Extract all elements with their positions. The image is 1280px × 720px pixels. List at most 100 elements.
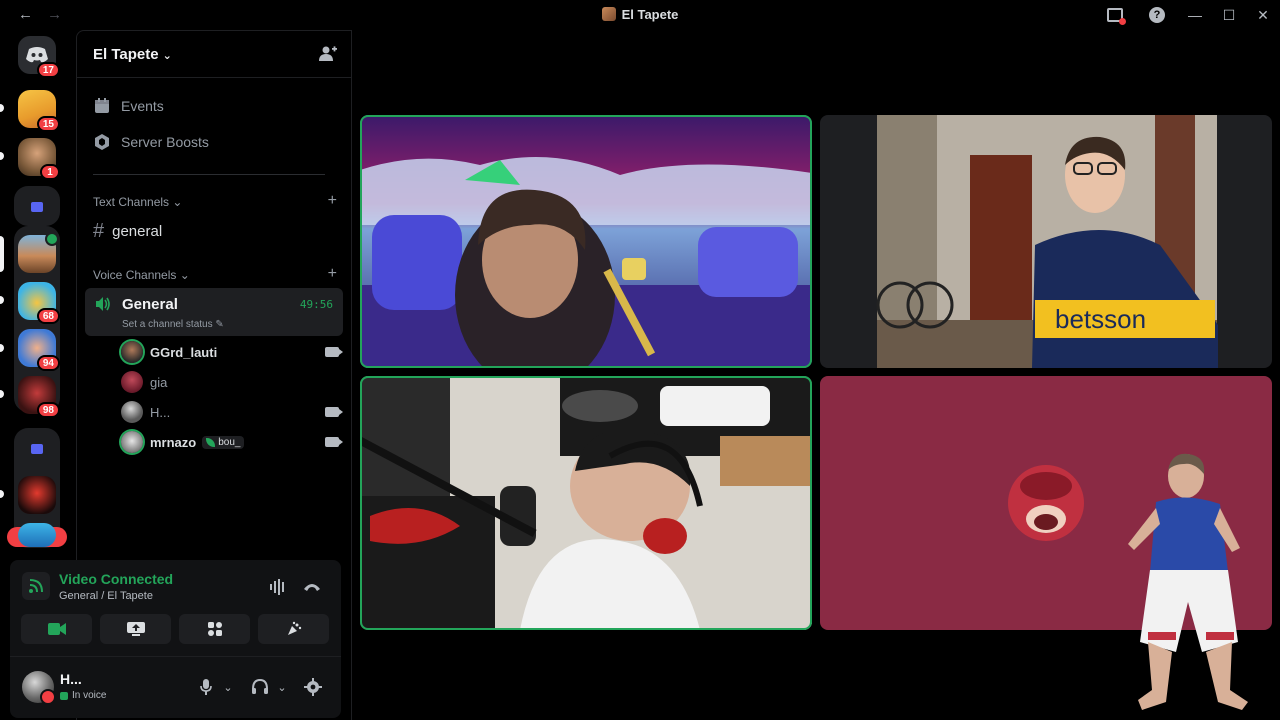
inbox-icon[interactable]: [1107, 7, 1126, 25]
voice-member[interactable]: gia: [121, 369, 343, 395]
camera-icon: [325, 437, 343, 447]
dancing-sticker: [1128, 453, 1248, 710]
text-category-label: Text Channels: [93, 195, 170, 209]
voice-member[interactable]: H...: [121, 399, 343, 425]
user-panel: H... In voice ⌄ ⌄: [10, 656, 341, 718]
server-name: El Tapete ⌄: [93, 46, 172, 63]
voice-timer: 49:56: [299, 298, 333, 311]
folder-icon: [31, 444, 43, 454]
audio-options-chevron-icon[interactable]: ⌄: [272, 677, 292, 697]
video-feed: betsson: [820, 115, 1272, 368]
server-badge: 68: [36, 308, 60, 324]
jersey-print: betsson: [1055, 304, 1146, 334]
headphones-icon[interactable]: [250, 677, 270, 697]
text-channels-category[interactable]: Text Channels ⌄ +: [93, 193, 337, 210]
calendar-icon: [93, 97, 111, 115]
server-badge: 94: [36, 355, 60, 371]
member-name: GGrd_lauti: [150, 344, 218, 360]
member-name: mrnazo: [150, 434, 197, 450]
connection-location[interactable]: General / El Tapete: [59, 590, 153, 602]
server-boosts-item[interactable]: Server Boosts: [93, 133, 209, 151]
add-voice-channel-icon[interactable]: +: [328, 266, 337, 282]
voice-channel-general[interactable]: General 49:56 Set a channel status ✎: [85, 288, 343, 336]
events-label: Events: [121, 98, 164, 114]
rocket-activities-icon: [207, 622, 222, 636]
unread-pill: [0, 490, 4, 498]
pencil-icon: ✎: [215, 319, 224, 330]
add-text-channel-icon[interactable]: +: [328, 193, 337, 209]
server-icon-6[interactable]: 98: [18, 376, 60, 418]
signal-icon[interactable]: [22, 572, 50, 600]
avatar: [121, 401, 143, 423]
chevron-down-icon: ⌄: [179, 268, 190, 282]
voice-status-icon: [60, 691, 68, 700]
server-icon-8[interactable]: [18, 523, 56, 547]
share-screen-button[interactable]: [100, 614, 171, 644]
title-bar: ← → El Tapete ? — ☐ ✕: [0, 0, 1280, 30]
video-camera-icon: [47, 623, 66, 635]
window-title: El Tapete: [0, 7, 1280, 22]
server-badge: 1: [40, 164, 60, 180]
video-tile-member-2[interactable]: betsson: [820, 115, 1272, 368]
boost-gem-icon: [93, 133, 111, 151]
activities-button[interactable]: [179, 614, 250, 644]
video-tile-mrnazo[interactable]: [360, 376, 812, 630]
server-badge: 15: [36, 116, 60, 132]
video-feed: [360, 376, 812, 630]
invite-people-icon[interactable]: [319, 45, 337, 63]
microphone-icon[interactable]: [196, 677, 216, 697]
user-avatar[interactable]: [22, 671, 56, 705]
help-icon[interactable]: ?: [1149, 7, 1165, 23]
divider: [93, 174, 325, 175]
chevron-down-icon: ⌄: [172, 195, 183, 209]
server-icon-1[interactable]: 15: [18, 90, 60, 132]
voice-active-icon: [45, 232, 59, 246]
user-name[interactable]: H...: [60, 671, 82, 687]
server-icon-4[interactable]: 68: [18, 282, 60, 324]
voice-channels-category[interactable]: Voice Channels ⌄ +: [93, 266, 337, 283]
server-header[interactable]: El Tapete ⌄: [77, 31, 351, 78]
camera-button[interactable]: [21, 614, 92, 644]
settings-gear-icon[interactable]: [303, 677, 323, 697]
channel-name: general: [112, 223, 163, 240]
events-item[interactable]: Events: [93, 97, 164, 115]
maximize-button[interactable]: ☐: [1212, 7, 1246, 24]
member-name: gia: [150, 374, 168, 390]
unread-pill: [0, 344, 4, 352]
server-icon-7[interactable]: [18, 476, 56, 514]
video-tile-ggrd-lauti[interactable]: [360, 115, 812, 368]
voice-member[interactable]: GGrd_lauti: [121, 339, 343, 365]
server-icon: [601, 7, 616, 21]
voice-action-buttons: [21, 614, 329, 644]
direct-messages-button[interactable]: 17: [18, 36, 60, 78]
disconnect-icon[interactable]: [302, 577, 322, 597]
noise-suppression-icon[interactable]: [268, 577, 288, 597]
server-icon-5[interactable]: 94: [18, 329, 60, 371]
avatar: [121, 341, 143, 363]
unread-pill: [0, 152, 4, 160]
leaf-icon: [206, 437, 216, 447]
member-name: H...: [150, 404, 171, 420]
speaker-icon: [96, 297, 110, 311]
voice-member[interactable]: mrnazo bou_: [121, 429, 343, 455]
soundboard-icon: [287, 621, 301, 635]
soundboard-button[interactable]: [258, 614, 329, 644]
video-feed: [360, 115, 812, 368]
voice-channel-name: General: [122, 296, 178, 313]
channel-status-button[interactable]: Set a channel status ✎: [122, 319, 224, 330]
server-boosts-label: Server Boosts: [121, 134, 209, 150]
selected-server-pill: [0, 236, 4, 272]
titlebar-actions: ? — ☐ ✕: [1094, 0, 1280, 30]
avatar: [121, 431, 143, 453]
camera-icon: [325, 347, 343, 357]
mic-options-chevron-icon[interactable]: ⌄: [218, 677, 238, 697]
connection-status: Video Connected: [59, 571, 174, 587]
channel-general-text[interactable]: # general: [93, 220, 162, 243]
server-badge: 98: [36, 402, 60, 418]
server-icon-2[interactable]: 1: [18, 138, 60, 180]
minimize-button[interactable]: —: [1178, 7, 1212, 23]
camera-icon: [325, 407, 343, 417]
server-icon-el-tapete[interactable]: [18, 232, 59, 273]
close-button[interactable]: ✕: [1246, 7, 1280, 24]
window-title-text: El Tapete: [621, 7, 679, 22]
